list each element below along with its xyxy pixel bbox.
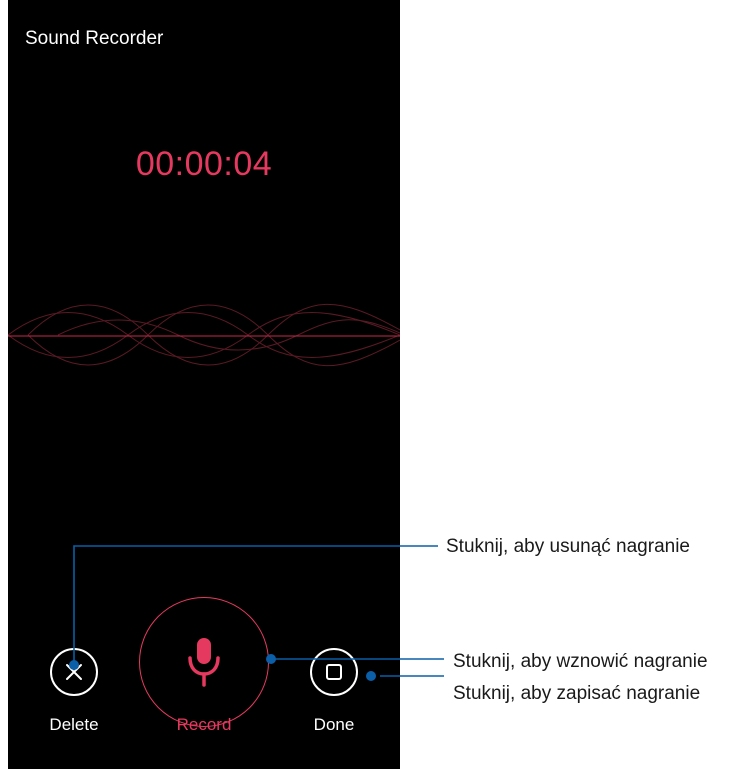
callout-resume: Stuknij, aby wznowić nagranie	[453, 651, 708, 672]
callout-dot-delete	[69, 660, 79, 670]
callout-line-delete	[73, 545, 438, 665]
callout-delete: Stuknij, aby usunąć nagranie	[446, 536, 690, 557]
callout-dot-save	[366, 671, 376, 681]
callout-save: Stuknij, aby zapisać nagranie	[453, 683, 701, 704]
callout-dot-resume	[266, 654, 276, 664]
